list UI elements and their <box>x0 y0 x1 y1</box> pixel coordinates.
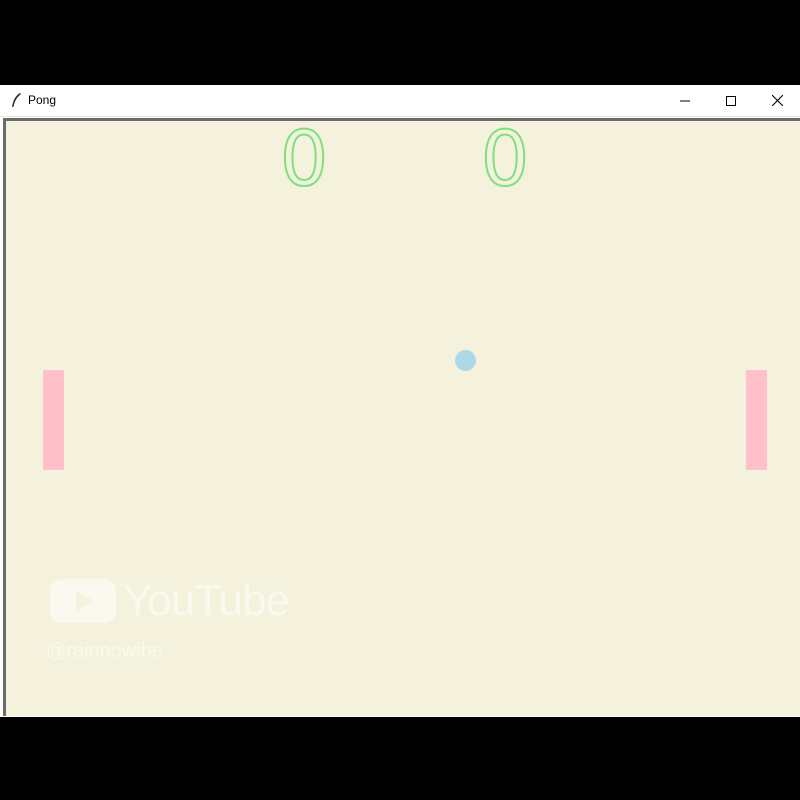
right-paddle <box>746 370 767 470</box>
left-paddle <box>43 370 64 470</box>
channel-handle: @rainnowibe <box>46 640 164 662</box>
close-button[interactable] <box>754 85 800 116</box>
close-icon <box>771 95 783 106</box>
youtube-logo-icon <box>50 579 116 623</box>
ball <box>455 350 476 371</box>
game-canvas[interactable]: 0 0 YouTube @rainnowibe <box>3 118 800 716</box>
maximize-button[interactable] <box>708 85 754 116</box>
window-title: Pong <box>28 93 57 107</box>
right-score: 0 <box>480 118 530 203</box>
minimize-icon <box>680 100 690 101</box>
feather-icon <box>12 93 21 107</box>
title-bar[interactable]: Pong <box>0 85 800 117</box>
minimize-button[interactable] <box>662 85 708 116</box>
left-score: 0 <box>279 118 329 203</box>
youtube-wordmark: YouTube <box>123 576 290 625</box>
maximize-icon <box>726 95 736 106</box>
